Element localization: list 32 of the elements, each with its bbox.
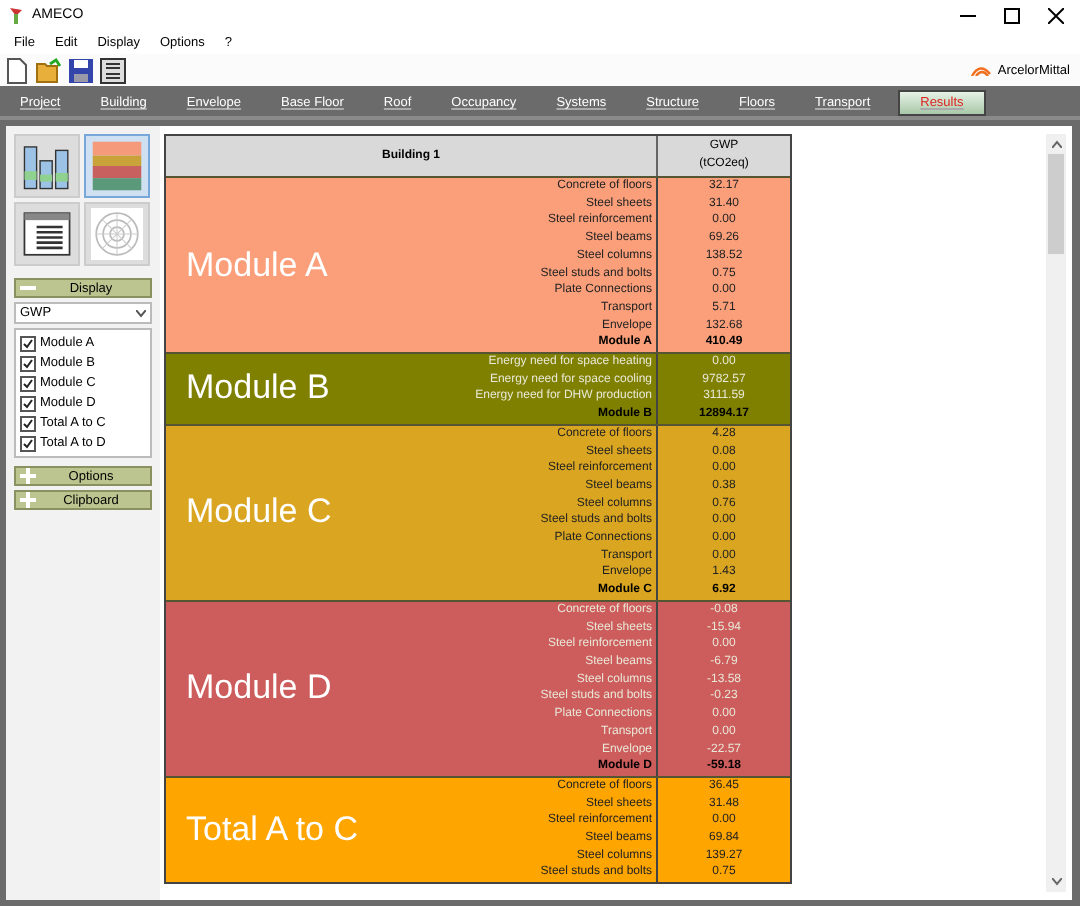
section-title: Module C bbox=[184, 490, 334, 535]
checkbox[interactable] bbox=[20, 395, 36, 411]
close-icon[interactable] bbox=[1048, 7, 1064, 23]
app-icon bbox=[8, 6, 24, 24]
scrollbar[interactable] bbox=[1046, 134, 1066, 892]
logo-icon bbox=[969, 64, 992, 76]
new-file-icon[interactable] bbox=[4, 57, 30, 83]
scrollbar-thumb[interactable] bbox=[1048, 154, 1064, 254]
checkbox[interactable] bbox=[20, 415, 36, 431]
table-icon bbox=[90, 140, 144, 192]
view-button[interactable] bbox=[14, 202, 80, 266]
scroll-up-icon[interactable] bbox=[1051, 140, 1061, 148]
radar-chart-icon bbox=[90, 208, 144, 260]
section-title: Module B bbox=[184, 366, 332, 411]
list-icon bbox=[20, 208, 74, 260]
scroll-down-icon[interactable] bbox=[1051, 878, 1061, 886]
plus-icon bbox=[20, 468, 36, 484]
minus-icon bbox=[20, 280, 36, 296]
checkbox[interactable] bbox=[20, 435, 36, 451]
checkbox[interactable] bbox=[20, 355, 36, 371]
section-title: Total A to C bbox=[184, 808, 360, 853]
chevron-down-icon bbox=[136, 309, 146, 317]
view-button[interactable] bbox=[14, 134, 80, 198]
checkbox[interactable] bbox=[20, 375, 36, 391]
section-title: Module A bbox=[184, 243, 330, 288]
checkbox[interactable] bbox=[20, 335, 36, 351]
plus-icon bbox=[20, 492, 36, 508]
open-folder-icon[interactable] bbox=[36, 57, 62, 83]
section-title: Module D bbox=[184, 666, 334, 711]
maximize-icon[interactable] bbox=[1004, 7, 1020, 23]
save-icon[interactable] bbox=[68, 57, 94, 83]
bar-chart-icon bbox=[20, 140, 74, 192]
